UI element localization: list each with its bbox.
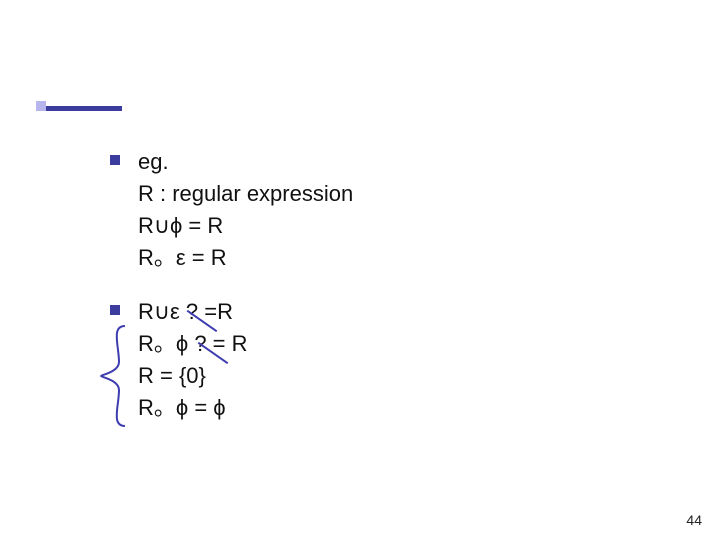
list-item: eg. R : regular expression R∪ϕ = R R。ε =… <box>110 146 353 274</box>
text-line: R : regular expression <box>138 178 353 210</box>
text-line: R。ϕ = ϕ <box>138 392 248 424</box>
text-line: R∪ε ? =R <box>138 296 248 328</box>
text-line: R∪ϕ = R <box>138 210 353 242</box>
text-line: R。ϕ ? = R <box>138 328 248 360</box>
list-item: R∪ε ? =R R。ϕ ? = R R = {0} R。ϕ = ϕ <box>110 296 353 424</box>
list-item-text: R∪ε ? =R R。ϕ ? = R R = {0} R。ϕ = ϕ <box>138 296 248 424</box>
header-accent-bar <box>46 106 122 111</box>
text-line: R = {0} <box>138 360 248 392</box>
text-line: eg. <box>138 146 353 178</box>
slide-body: eg. R : regular expression R∪ϕ = R R。ε =… <box>110 146 353 446</box>
square-bullet-icon <box>110 305 120 315</box>
square-bullet-icon <box>110 155 120 165</box>
page-number: 44 <box>686 512 702 528</box>
header-accent-box <box>36 101 46 111</box>
text-line: R。ε = R <box>138 242 353 274</box>
list-item-text: eg. R : regular expression R∪ϕ = R R。ε =… <box>138 146 353 274</box>
